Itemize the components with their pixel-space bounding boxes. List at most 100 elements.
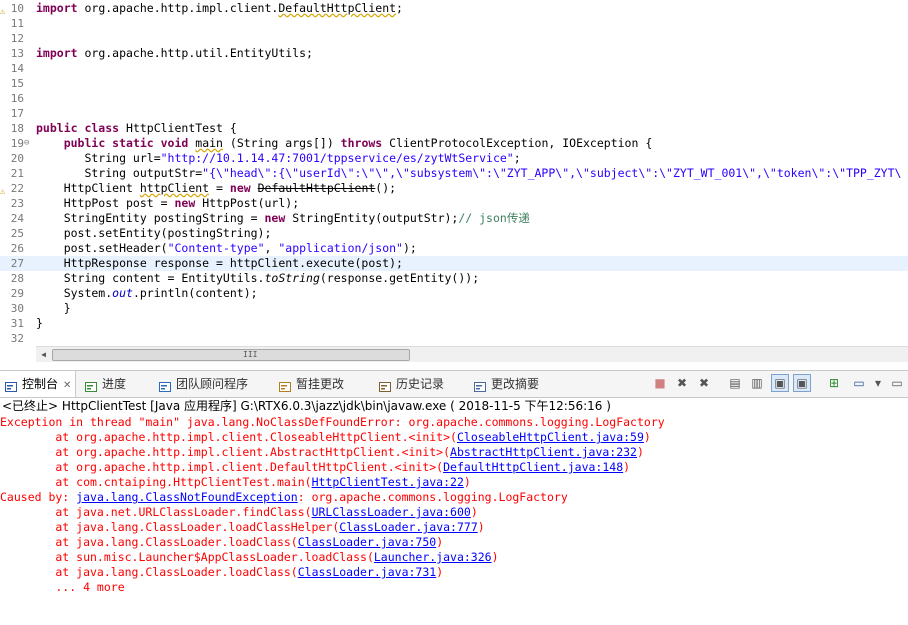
code-line[interactable]: 11 [0,16,908,31]
view-menu-chevron-down-icon[interactable]: ▾ [870,375,886,391]
editor-horizontal-scrollbar[interactable]: ◀ III [36,346,908,362]
scrollbar-grip: III [243,350,258,359]
code-token: httpClient [139,181,210,195]
code-text: } [36,301,71,316]
code-line[interactable]: 30 } [0,301,908,316]
stack-trace-link[interactable]: ClassLoader.java:777 [339,520,477,534]
stack-trace-link[interactable]: DefaultHttpClient.java:148 [443,460,623,474]
line-number: 12 [10,32,24,45]
code-token: "Content-type" [167,241,265,255]
code-line[interactable]: 15 [0,76,908,91]
code-line[interactable]: 27 HttpResponse response = httpClient.ex… [0,256,908,271]
line-number: 29 [10,287,24,300]
code-line[interactable]: 32 [0,331,908,346]
code-token: , [264,241,279,255]
code-text: HttpClient httpClient = new DefaultHttpC… [36,181,396,196]
console-line: at java.lang.ClassLoader.loadClassHelper… [0,520,484,535]
code-token: String outputStr= [36,166,203,180]
stack-trace-link[interactable]: AbstractHttpClient.java:232 [450,445,637,459]
tab-pending-changes[interactable]: 暂挂更改 [278,371,344,397]
code-line[interactable]: 25 post.setEntity(postingString); [0,226,908,241]
tab-label: 历史记录 [396,377,445,391]
code-line[interactable]: 24 StringEntity postingString = new Stri… [0,211,908,226]
code-line[interactable]: 13 import org.apache.http.util.EntityUtil… [0,46,908,61]
console-text: at com.cntaiping.HttpClientTest.main( [0,475,312,489]
code-line[interactable]: 22 ⚠ HttpClient httpClient = new DefaultH… [0,181,908,197]
stack-trace-link[interactable]: HttpClientTest.java:22 [312,475,464,489]
console-text: ) [436,535,444,549]
code-text: } [36,316,43,331]
code-token: StringEntity postingString = [36,211,265,225]
code-text: System.out.println(content); [36,286,258,301]
show-on-stderr-icon[interactable]: ▣ [793,374,811,392]
code-line[interactable]: 14 [0,61,908,76]
change-summary-icon [473,377,487,392]
show-on-stdout-icon[interactable]: ▣ [771,374,789,392]
remove-all-terminated-icon[interactable]: ✖ [696,375,712,391]
scroll-left-icon[interactable]: ◀ [36,347,51,362]
scrollbar-thumb[interactable]: III [52,349,410,361]
code-token: String content = EntityUtils. [36,271,265,285]
code-token: toString [264,271,320,285]
fold-toggle-icon[interactable]: ⊖ [24,136,29,151]
console-text: ) [623,460,631,474]
open-console-icon[interactable]: ⊞ [826,375,842,391]
code-line[interactable]: 28 String content = EntityUtils.toString… [0,271,908,286]
tab-change-summary[interactable]: 更改摘要 [473,371,539,397]
code-token: new [174,196,203,210]
code-token: HttpPost post = [36,196,175,210]
console-line: at java.lang.ClassLoader.loadClass(Class… [0,565,443,580]
stack-trace-link[interactable]: URLClassLoader.java:600 [312,505,471,519]
code-line[interactable]: 10 ⚠ import org.apache.http.impl.client.De… [0,1,908,17]
code-token: public static void [63,136,196,150]
code-line[interactable]: 21 String outputStr="{\"head\":{\"userId… [0,166,908,181]
code-line[interactable]: 16 [0,91,908,106]
tab-team-advisor[interactable]: 团队顾问程序 [158,371,248,397]
stack-trace-link[interactable]: java.lang.ClassNotFoundException [76,490,298,504]
stack-trace-link[interactable]: CloseableHttpClient.java:59 [457,430,644,444]
minimize-icon[interactable]: ▭ [889,375,905,391]
code-line[interactable]: 17 [0,106,908,121]
remove-launch-icon[interactable]: ✖ [674,375,690,391]
console-text: at sun.misc.Launcher$AppClassLoader.load… [0,550,374,564]
console-line: Exception in thread "main" java.lang.NoC… [0,415,665,430]
code-editor[interactable]: 10 ⚠ import org.apache.http.impl.client.De… [0,0,908,346]
display-console-icon[interactable]: ▭ [851,375,867,391]
code-line[interactable]: 18 public class HttpClientTest { [0,121,908,136]
code-line[interactable]: 26 post.setHeader("Content-type", "appli… [0,241,908,256]
code-token: (); [375,181,397,195]
code-line[interactable]: 31} [0,316,908,331]
scroll-lock-icon[interactable]: ▥ [749,375,765,391]
code-line[interactable]: 19 ⊖ public static void main (String args… [0,136,908,151]
code-line[interactable]: 23 HttpPost post = new HttpPost(url); [0,196,908,211]
code-token: .println(content); [132,286,258,300]
code-line[interactable]: 12 [0,31,908,46]
console-line: at java.lang.ClassLoader.loadClass(Class… [0,535,443,550]
code-token: "http://10.1.14.47:7001/tppservice/es/zy… [160,151,514,165]
tab-console[interactable]: 控制台 ✕ [0,371,77,397]
code-line[interactable]: 20 String url="http://10.1.14.47:7001/tp… [0,151,908,166]
line-number: 17 [10,107,24,120]
code-token: DefaultHttpClient [257,181,376,195]
console-text: ) [491,550,499,564]
stack-trace-link[interactable]: ClassLoader.java:750 [298,535,436,549]
clear-console-icon[interactable]: ▤ [727,375,743,391]
code-token: System. [36,286,113,300]
terminate-icon[interactable]: ■ [652,375,668,391]
tab-label: 控制台 [22,377,59,391]
code-token: throws [340,136,390,150]
line-number: 32 [10,332,24,345]
code-token: "application/json" [278,241,403,255]
tab-history[interactable]: 历史记录 [378,371,444,397]
console-line: ... 4 more [0,580,124,595]
stack-trace-link[interactable]: Launcher.java:326 [374,550,492,564]
stack-trace-link[interactable]: ClassLoader.java:731 [298,565,436,579]
close-tab-icon[interactable]: ✕ [63,380,71,391]
line-number: 26 [10,242,24,255]
console-line: Caused by: java.lang.ClassNotFoundExcept… [0,490,568,505]
tab-label: 更改摘要 [491,377,540,391]
console-text: : org.apache.commons.logging.LogFactory [297,490,568,504]
console-text: at java.net.URLClassLoader.findClass( [0,505,312,519]
tab-progress[interactable]: 进度 [84,371,126,397]
code-line[interactable]: 29 System.out.println(content); [0,286,908,301]
